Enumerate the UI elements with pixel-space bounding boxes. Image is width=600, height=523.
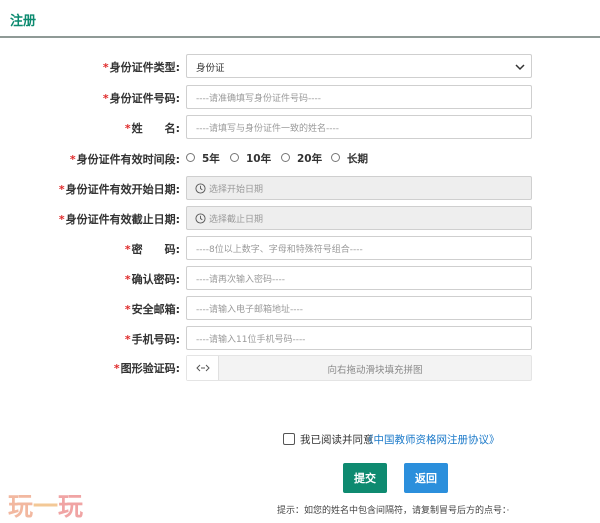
email-input[interactable]: ----请输入电子邮箱地址---- — [186, 296, 532, 320]
radio-circle[interactable] — [331, 153, 340, 162]
start-date-label: *身份证件有效开始日期: — [58, 183, 180, 196]
row-id-number: *身份证件号码: ----请准确填写身份证件号码---- — [0, 85, 600, 111]
end-date-input[interactable]: 选择截止日期 — [186, 206, 532, 230]
email-label: *安全邮箱: — [124, 303, 180, 316]
row-start-date: *身份证件有效开始日期: 选择开始日期 — [0, 176, 600, 202]
id-number-placeholder: ----请准确填写身份证件号码---- — [196, 94, 321, 104]
double-arrow-icon — [196, 364, 210, 372]
phone-input[interactable]: ----请输入11位手机号码---- — [186, 326, 532, 350]
confirm-password-input[interactable]: ----请再次输入密码---- — [186, 266, 532, 290]
confirm-password-label: *确认密码: — [124, 273, 180, 286]
row-captcha: *图形验证码: 向右拖动滑块填充拼图 — [0, 355, 600, 381]
required-mark: * — [102, 61, 109, 74]
captcha-slider: 向右拖动滑块填充拼图 — [186, 355, 532, 381]
password-input[interactable]: ----8位以上数字、字母和特殊符号组合---- — [186, 236, 532, 260]
confirm-password-placeholder: ----请再次输入密码---- — [196, 275, 285, 285]
clock-icon — [195, 213, 206, 224]
id-type-label: *身份证件类型: — [102, 61, 180, 74]
row-confirm-password: *确认密码: ----请再次输入密码---- — [0, 266, 600, 292]
row-end-date: *身份证件有效截止日期: 选择截止日期 — [0, 206, 600, 232]
captcha-label: *图形验证码: — [113, 362, 180, 375]
name-input[interactable]: ----请填写与身份证件一致的姓名---- — [186, 115, 532, 139]
watermark-logo: 玩一玩 — [8, 492, 84, 521]
back-button[interactable]: 返回 — [404, 463, 448, 493]
password-label: *密 码: — [124, 243, 180, 256]
row-id-type: *身份证件类型: 身份证 — [0, 54, 600, 80]
page-header: 注册 — [0, 0, 600, 38]
id-type-value: 身份证 — [196, 63, 225, 74]
radio-circle[interactable] — [186, 153, 195, 162]
agreement-link[interactable]: 《中国教师资格网注册协议》 — [363, 432, 500, 447]
end-date-placeholder: 选择截止日期 — [209, 215, 264, 225]
row-validity: *身份证件有效时间段: 5年 10年 20年 长期 — [69, 153, 368, 166]
row-phone: *手机号码: ----请输入11位手机号码---- — [0, 326, 600, 352]
slider-text: 向右拖动滑块填充拼图 — [327, 365, 423, 376]
submit-button[interactable]: 提交 — [343, 463, 387, 493]
id-number-input[interactable]: ----请准确填写身份证件号码---- — [186, 85, 532, 109]
id-number-label: *身份证件号码: — [102, 92, 180, 105]
password-placeholder: ----8位以上数字、字母和特殊符号组合---- — [196, 245, 363, 255]
phone-label: *手机号码: — [124, 333, 180, 346]
validity-label: *身份证件有效时间段: — [69, 153, 180, 166]
row-name: *姓 名: ----请填写与身份证件一致的姓名---- — [0, 115, 600, 141]
row-password: *密 码: ----8位以上数字、字母和特殊符号组合---- — [0, 236, 600, 262]
agree-checkbox[interactable] — [283, 433, 295, 445]
end-date-label: *身份证件有效截止日期: — [58, 213, 180, 226]
page-title: 注册 — [10, 14, 37, 29]
chevron-down-icon — [515, 64, 525, 71]
slider-handle[interactable] — [187, 356, 219, 380]
name-label: *姓 名: — [124, 122, 180, 135]
id-type-select[interactable]: 身份证 — [186, 54, 532, 78]
clock-icon — [195, 183, 206, 194]
radio-circle[interactable] — [281, 153, 290, 162]
hint-text: 提示：如您的姓名中包含间隔符，请复制冒号后方的点号：· — [277, 506, 510, 516]
phone-placeholder: ----请输入11位手机号码---- — [196, 335, 306, 345]
email-placeholder: ----请输入电子邮箱地址---- — [196, 305, 303, 315]
start-date-placeholder: 选择开始日期 — [209, 185, 264, 195]
row-email: *安全邮箱: ----请输入电子邮箱地址---- — [0, 296, 600, 322]
name-placeholder: ----请填写与身份证件一致的姓名---- — [196, 124, 339, 134]
radio-circle[interactable] — [230, 153, 239, 162]
start-date-input[interactable]: 选择开始日期 — [186, 176, 532, 200]
